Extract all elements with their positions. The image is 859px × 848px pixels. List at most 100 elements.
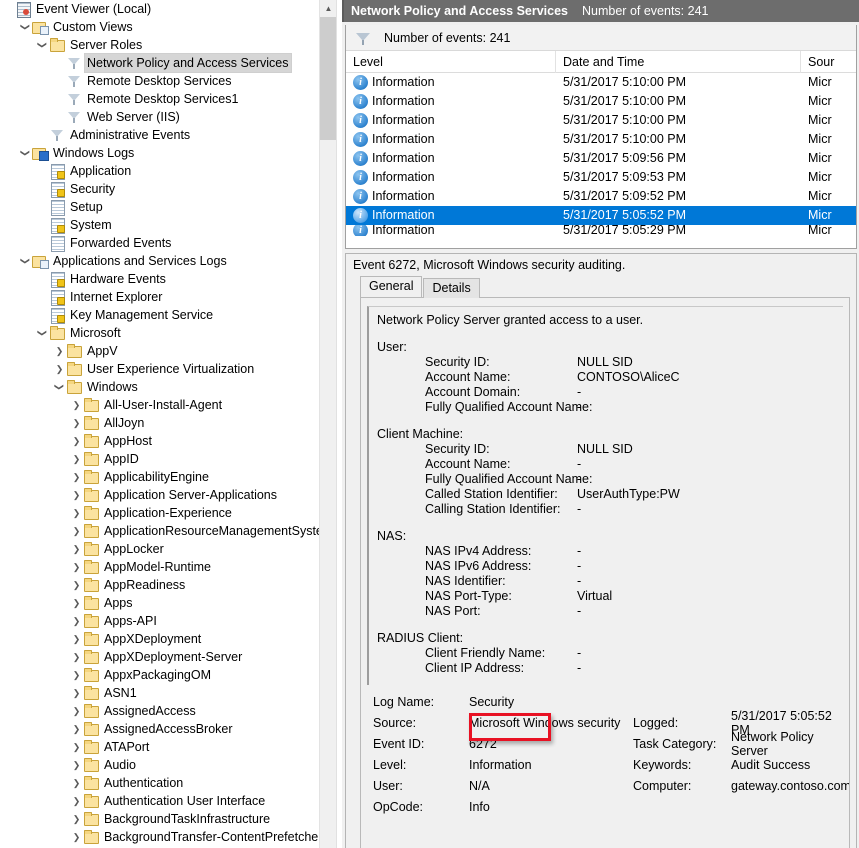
tree-item[interactable]: ❯ApplicationResourceManagementSystem [0,522,336,540]
tree-item[interactable]: Hardware Events [0,270,336,288]
tree-item[interactable]: ❯AppID [0,450,336,468]
chevron-right-icon[interactable]: ❯ [70,720,83,738]
chevron-right-icon[interactable]: ❯ [70,828,83,846]
tree-item[interactable]: ❯ATAPort [0,738,336,756]
chevron-right-icon[interactable]: ❯ [70,792,83,810]
chevron-right-icon[interactable]: ❯ [70,684,83,702]
chevron-right-icon[interactable]: ❯ [70,450,83,468]
events-rows[interactable]: iInformation5/31/2017 5:10:00 PMMicriInf… [346,73,856,236]
tree-item[interactable]: ❯AllJoyn [0,414,336,432]
chevron-right-icon[interactable]: ❯ [70,612,83,630]
tree-item[interactable]: ❯BackgroundTransfer-ContentPrefetcher [0,828,336,846]
tree-scrollbar-thumb[interactable] [320,17,336,140]
filter-bar[interactable]: Number of events: 241 [346,25,856,51]
tree-item[interactable]: Setup [0,198,336,216]
tree-item[interactable]: ❯AppLocker [0,540,336,558]
chevron-right-icon[interactable]: ❯ [70,630,83,648]
chevron-right-icon[interactable]: ❯ [70,522,83,540]
chevron-right-icon[interactable]: ❯ [70,756,83,774]
chevron-right-icon[interactable]: ❯ [70,396,83,414]
event-row[interactable]: iInformation5/31/2017 5:09:56 PMMicr [346,149,856,168]
chevron-right-icon[interactable]: ❯ [70,414,83,432]
event-row[interactable]: iInformation5/31/2017 5:05:29 PMMicr [346,225,856,236]
tree-item[interactable]: Internet Explorer [0,288,336,306]
chevron-right-icon[interactable]: ❯ [53,342,66,360]
event-row[interactable]: iInformation5/31/2017 5:09:53 PMMicr [346,168,856,187]
tree-scrollbar[interactable]: ▲ [319,0,336,848]
chevron-right-icon[interactable]: ❯ [70,468,83,486]
detail-tabs[interactable]: GeneralDetails [346,276,856,297]
tree-item[interactable]: ❯Microsoft [0,324,336,342]
tree-item[interactable]: ❯AppV [0,342,336,360]
tree-item[interactable]: ❯Applications and Services Logs [0,252,336,270]
tab-details[interactable]: Details [423,278,479,298]
tree-item[interactable]: Remote Desktop Services [0,72,336,90]
tree-item[interactable]: Remote Desktop Services1 [0,90,336,108]
chevron-right-icon[interactable]: ❯ [70,558,83,576]
chevron-right-icon[interactable]: ❯ [70,702,83,720]
tree-item[interactable]: ❯Authentication User Interface [0,792,336,810]
tree-item[interactable]: ❯Windows Logs [0,144,336,162]
tree-item[interactable]: Administrative Events [0,126,336,144]
tree-item[interactable]: ❯Application Server-Applications [0,486,336,504]
console-tree-pane[interactable]: Event Viewer (Local)❯Custom Views❯Server… [0,0,336,848]
chevron-right-icon[interactable]: ❯ [70,774,83,792]
column-header-level[interactable]: Level [346,51,556,73]
event-row[interactable]: iInformation5/31/2017 5:10:00 PMMicr [346,92,856,111]
chevron-right-icon[interactable]: ❯ [70,810,83,828]
chevron-right-icon[interactable]: ❯ [70,432,83,450]
column-header-source[interactable]: Sour [801,51,857,73]
tree-item[interactable]: System [0,216,336,234]
tree-item[interactable]: ❯Windows [0,378,336,396]
tree-item[interactable]: Network Policy and Access Services [0,54,336,72]
scroll-up-arrow-icon[interactable]: ▲ [320,0,336,17]
column-header-date[interactable]: Date and Time [556,51,801,73]
tree-item[interactable]: Forwarded Events [0,234,336,252]
tree-item[interactable]: ❯BackgroundTaskInfrastructure [0,810,336,828]
tree-item[interactable]: ❯AppModel-Runtime [0,558,336,576]
event-row[interactable]: iInformation5/31/2017 5:10:00 PMMicr [346,111,856,130]
chevron-right-icon[interactable]: ❯ [70,594,83,612]
chevron-right-icon[interactable]: ❯ [70,666,83,684]
events-column-headers[interactable]: Level Date and Time Sour [346,51,856,73]
tree-item[interactable]: ❯Authentication [0,774,336,792]
tree-item[interactable]: ❯AssignedAccessBroker [0,720,336,738]
tree-item[interactable]: ❯Audio [0,756,336,774]
tree-item[interactable]: ❯All-User-Install-Agent [0,396,336,414]
folder-icon [83,433,99,449]
tree-item[interactable]: ❯AppXDeployment [0,630,336,648]
event-row[interactable]: iInformation5/31/2017 5:09:52 PMMicr [346,187,856,206]
tree-item[interactable]: ❯AssignedAccess [0,702,336,720]
tree-item[interactable]: ❯User Experience Virtualization [0,360,336,378]
event-row[interactable]: iInformation5/31/2017 5:10:00 PMMicr [346,130,856,149]
tree-item[interactable]: ❯AppxPackagingOM [0,666,336,684]
chevron-right-icon[interactable]: ❯ [70,576,83,594]
tree-item[interactable]: ❯AppReadiness [0,576,336,594]
tree-item[interactable]: Event Viewer (Local) [0,0,336,18]
tree-item[interactable]: ❯AppXDeployment-Server [0,648,336,666]
tree-item[interactable]: ❯ApplicabilityEngine [0,468,336,486]
event-row[interactable]: iInformation5/31/2017 5:10:00 PMMicr [346,73,856,92]
tree-item[interactable]: ❯ASN1 [0,684,336,702]
chevron-right-icon[interactable]: ❯ [70,648,83,666]
tree-item[interactable]: ❯Apps-API [0,612,336,630]
chevron-right-icon[interactable]: ❯ [70,504,83,522]
tree-item[interactable]: ❯Server Roles [0,36,336,54]
chevron-right-icon[interactable]: ❯ [70,486,83,504]
console-tree[interactable]: Event Viewer (Local)❯Custom Views❯Server… [0,0,336,846]
event-message-box[interactable]: Network Policy Server granted access to … [367,306,843,685]
tree-item[interactable]: ❯Custom Views [0,18,336,36]
chevron-right-icon[interactable]: ❯ [53,360,66,378]
chevron-right-icon[interactable]: ❯ [70,540,83,558]
tree-item[interactable]: Application [0,162,336,180]
tree-item[interactable]: ❯Apps [0,594,336,612]
tree-item[interactable]: ❯Application-Experience [0,504,336,522]
tab-general[interactable]: General [360,276,422,297]
tree-item[interactable]: ❯AppHost [0,432,336,450]
tree-item[interactable]: Security [0,180,336,198]
chevron-right-icon[interactable]: ❯ [70,738,83,756]
tree-item[interactable]: Web Server (IIS) [0,108,336,126]
event-row[interactable]: iInformation5/31/2017 5:05:52 PMMicr [346,206,856,225]
tree-item[interactable]: Key Management Service [0,306,336,324]
events-list-box[interactable]: Number of events: 241 Level Date and Tim… [345,25,857,249]
